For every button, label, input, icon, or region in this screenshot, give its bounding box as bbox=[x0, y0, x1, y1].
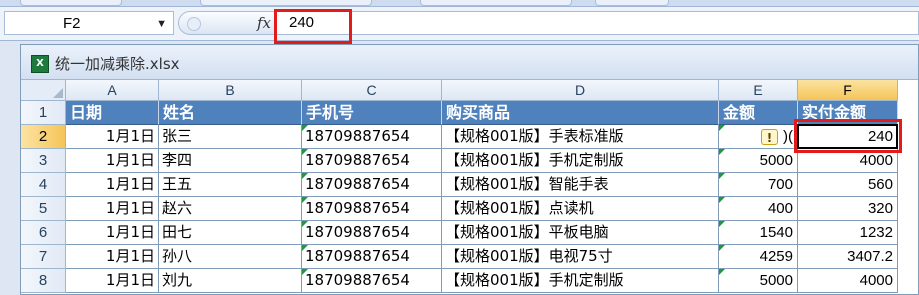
ribbon-group-4[interactable] bbox=[595, 0, 669, 6]
error-warning-icon[interactable] bbox=[761, 127, 778, 148]
row-header-2[interactable]: 2 bbox=[21, 125, 66, 149]
table-cell[interactable]: 18709887654 bbox=[302, 245, 442, 269]
formula-controls: fx bbox=[178, 11, 275, 35]
workbook-title: 统一加减乘除.xlsx bbox=[55, 55, 180, 73]
table-cell[interactable]: 1月1日 bbox=[66, 269, 159, 293]
workbook-titlebar: X 统一加减乘除.xlsx bbox=[21, 45, 918, 80]
name-box-value: F2 bbox=[63, 15, 81, 32]
row-header-3[interactable]: 3 bbox=[21, 149, 66, 173]
workbook-window: X 统一加减乘除.xlsx A B C D E F 1 2 3 4 5 6 7 8 日期 姓名 手机号 购买商品金… bbox=[20, 44, 919, 295]
table-cell[interactable]: 【规格001版】平板电脑 bbox=[442, 221, 719, 245]
column-header-e[interactable]: E bbox=[719, 80, 798, 101]
insert-function-icon[interactable]: fx bbox=[257, 14, 271, 32]
ribbon-group-3[interactable] bbox=[420, 0, 572, 6]
table-cell[interactable]: 320 bbox=[798, 197, 898, 221]
table-cell[interactable]: 18709887654 bbox=[302, 269, 442, 293]
table-cell[interactable]: 1月1日 bbox=[66, 221, 159, 245]
number-as-text-indicator-icon bbox=[719, 197, 725, 203]
table-cell[interactable]: )( bbox=[719, 125, 798, 149]
table-cell[interactable]: 700 bbox=[719, 173, 798, 197]
table-cell[interactable]: 18709887654 bbox=[302, 197, 442, 221]
number-as-text-indicator-icon bbox=[302, 149, 308, 155]
table-cell[interactable]: 王五 bbox=[159, 173, 302, 197]
table-cell[interactable]: 4000 bbox=[798, 149, 898, 173]
table-cell[interactable]: 1月1日 bbox=[66, 245, 159, 269]
table-header-cell[interactable]: 实付金额 bbox=[798, 101, 898, 125]
table-cell[interactable]: 李四 bbox=[159, 149, 302, 173]
row-header-4[interactable]: 4 bbox=[21, 173, 66, 197]
table-cell[interactable]: 【规格001版】智能手表 bbox=[442, 173, 719, 197]
table-cell[interactable]: 18709887654 bbox=[302, 221, 442, 245]
ribbon-group-1[interactable] bbox=[20, 0, 122, 6]
column-header-d[interactable]: D bbox=[442, 80, 719, 101]
table-cell[interactable]: 1月1日 bbox=[66, 149, 159, 173]
table-cell[interactable]: 【规格001版】手机定制版 bbox=[442, 269, 719, 293]
table-cell[interactable]: 400 bbox=[719, 197, 798, 221]
number-as-text-indicator-icon bbox=[302, 269, 308, 275]
number-as-text-indicator-icon bbox=[302, 173, 308, 179]
row-header-8[interactable]: 8 bbox=[21, 269, 66, 293]
number-as-text-indicator-icon bbox=[302, 221, 308, 227]
column-header-a[interactable]: A bbox=[66, 80, 159, 101]
table-cell[interactable]: 560 bbox=[798, 173, 898, 197]
ribbon-strip bbox=[0, 0, 919, 7]
formula-highlight-box bbox=[274, 9, 352, 44]
row-header-1[interactable]: 1 bbox=[21, 101, 66, 125]
formula-input[interactable]: 240 bbox=[276, 11, 919, 35]
table-cell[interactable]: 【规格001版】手表标准版 bbox=[442, 125, 719, 149]
table-cell[interactable]: 1月1日 bbox=[66, 173, 159, 197]
table-cell[interactable]: 240 bbox=[798, 125, 898, 149]
table-cell[interactable]: 【规格001版】电视75寸 bbox=[442, 245, 719, 269]
table-cell[interactable]: 18709887654 bbox=[302, 125, 442, 149]
number-as-text-indicator-icon bbox=[302, 125, 308, 131]
select-all-icon bbox=[53, 88, 63, 98]
excel-file-icon: X bbox=[31, 55, 49, 73]
row-header-6[interactable]: 6 bbox=[21, 221, 66, 245]
number-as-text-indicator-icon bbox=[719, 125, 725, 131]
table-cell[interactable]: 赵六 bbox=[159, 197, 302, 221]
name-box[interactable]: F2 ▼ bbox=[4, 11, 174, 35]
table-header-cell[interactable]: 姓名 bbox=[159, 101, 302, 125]
select-all-corner[interactable] bbox=[21, 80, 66, 101]
number-as-text-indicator-icon bbox=[719, 149, 725, 155]
formula-toggle-icon[interactable] bbox=[187, 17, 201, 31]
table-cell[interactable]: 孙八 bbox=[159, 245, 302, 269]
table-cell[interactable]: 5000 bbox=[719, 149, 798, 173]
column-header-c[interactable]: C bbox=[302, 80, 442, 101]
number-as-text-indicator-icon bbox=[719, 269, 725, 275]
table-cell[interactable]: 张三 bbox=[159, 125, 302, 149]
number-as-text-indicator-icon bbox=[719, 245, 725, 251]
chevron-down-icon[interactable]: ▼ bbox=[156, 12, 167, 36]
table-cell[interactable]: 18709887654 bbox=[302, 173, 442, 197]
table-cell[interactable]: 4000 bbox=[798, 269, 898, 293]
table-cell[interactable]: 4259 bbox=[719, 245, 798, 269]
column-header-f[interactable]: F bbox=[798, 80, 898, 101]
table-cell[interactable]: 刘九 bbox=[159, 269, 302, 293]
table-header-cell[interactable]: 金额 bbox=[719, 101, 798, 125]
table-cell[interactable]: 田七 bbox=[159, 221, 302, 245]
number-as-text-indicator-icon bbox=[719, 221, 725, 227]
table-cell[interactable]: 1月1日 bbox=[66, 197, 159, 221]
number-as-text-indicator-icon bbox=[302, 245, 308, 251]
table-cell[interactable]: 【规格001版】手机定制版 bbox=[442, 149, 719, 173]
table-cell[interactable]: 1232 bbox=[798, 221, 898, 245]
ribbon-group-2[interactable] bbox=[200, 0, 372, 6]
row-header-7[interactable]: 7 bbox=[21, 245, 66, 269]
row-header-5[interactable]: 5 bbox=[21, 197, 66, 221]
table-cell[interactable]: 1540 bbox=[719, 221, 798, 245]
table-header-cell[interactable]: 购买商品 bbox=[442, 101, 719, 125]
formula-bar: F2 ▼ fx 240 bbox=[0, 7, 919, 41]
number-as-text-indicator-icon bbox=[719, 173, 725, 179]
table-cell[interactable]: 5000 bbox=[719, 269, 798, 293]
table-cell[interactable]: 1月1日 bbox=[66, 125, 159, 149]
table-cell[interactable]: 18709887654 bbox=[302, 149, 442, 173]
column-header-b[interactable]: B bbox=[159, 80, 302, 101]
table-cell[interactable]: 3407.2 bbox=[798, 245, 898, 269]
table-header-cell[interactable]: 日期 bbox=[66, 101, 159, 125]
table-header-cell[interactable]: 手机号 bbox=[302, 101, 442, 125]
table-cell[interactable]: 【规格001版】点读机 bbox=[442, 197, 719, 221]
number-as-text-indicator-icon bbox=[302, 197, 308, 203]
